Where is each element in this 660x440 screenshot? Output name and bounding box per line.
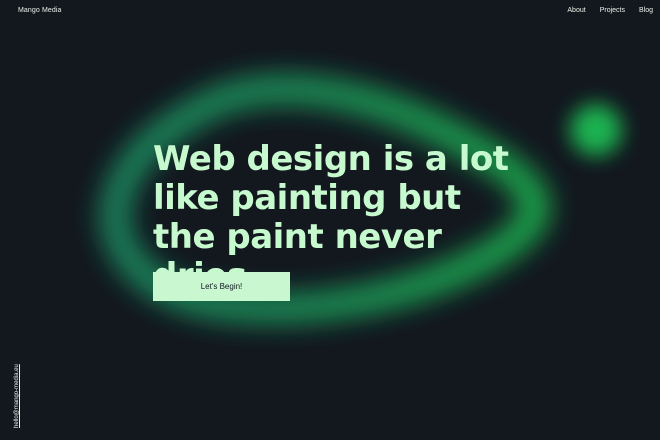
nav-link-about[interactable]: About <box>567 7 585 14</box>
nav-link-blog[interactable]: Blog <box>639 7 653 14</box>
green-dot <box>570 104 622 156</box>
nav-link-projects[interactable]: Projects <box>600 7 625 14</box>
brand-logo-text[interactable]: Mango Media <box>18 7 62 14</box>
top-navigation: Mango Media About Projects Blog <box>0 0 660 20</box>
main-nav: About Projects Blog <box>567 7 653 14</box>
page: Mango Media About Projects Blog Web desi… <box>0 0 660 440</box>
lets-begin-button[interactable]: Let's Begin! <box>153 272 290 301</box>
contact-email-link[interactable]: hello@mango-media.eu <box>14 364 20 428</box>
